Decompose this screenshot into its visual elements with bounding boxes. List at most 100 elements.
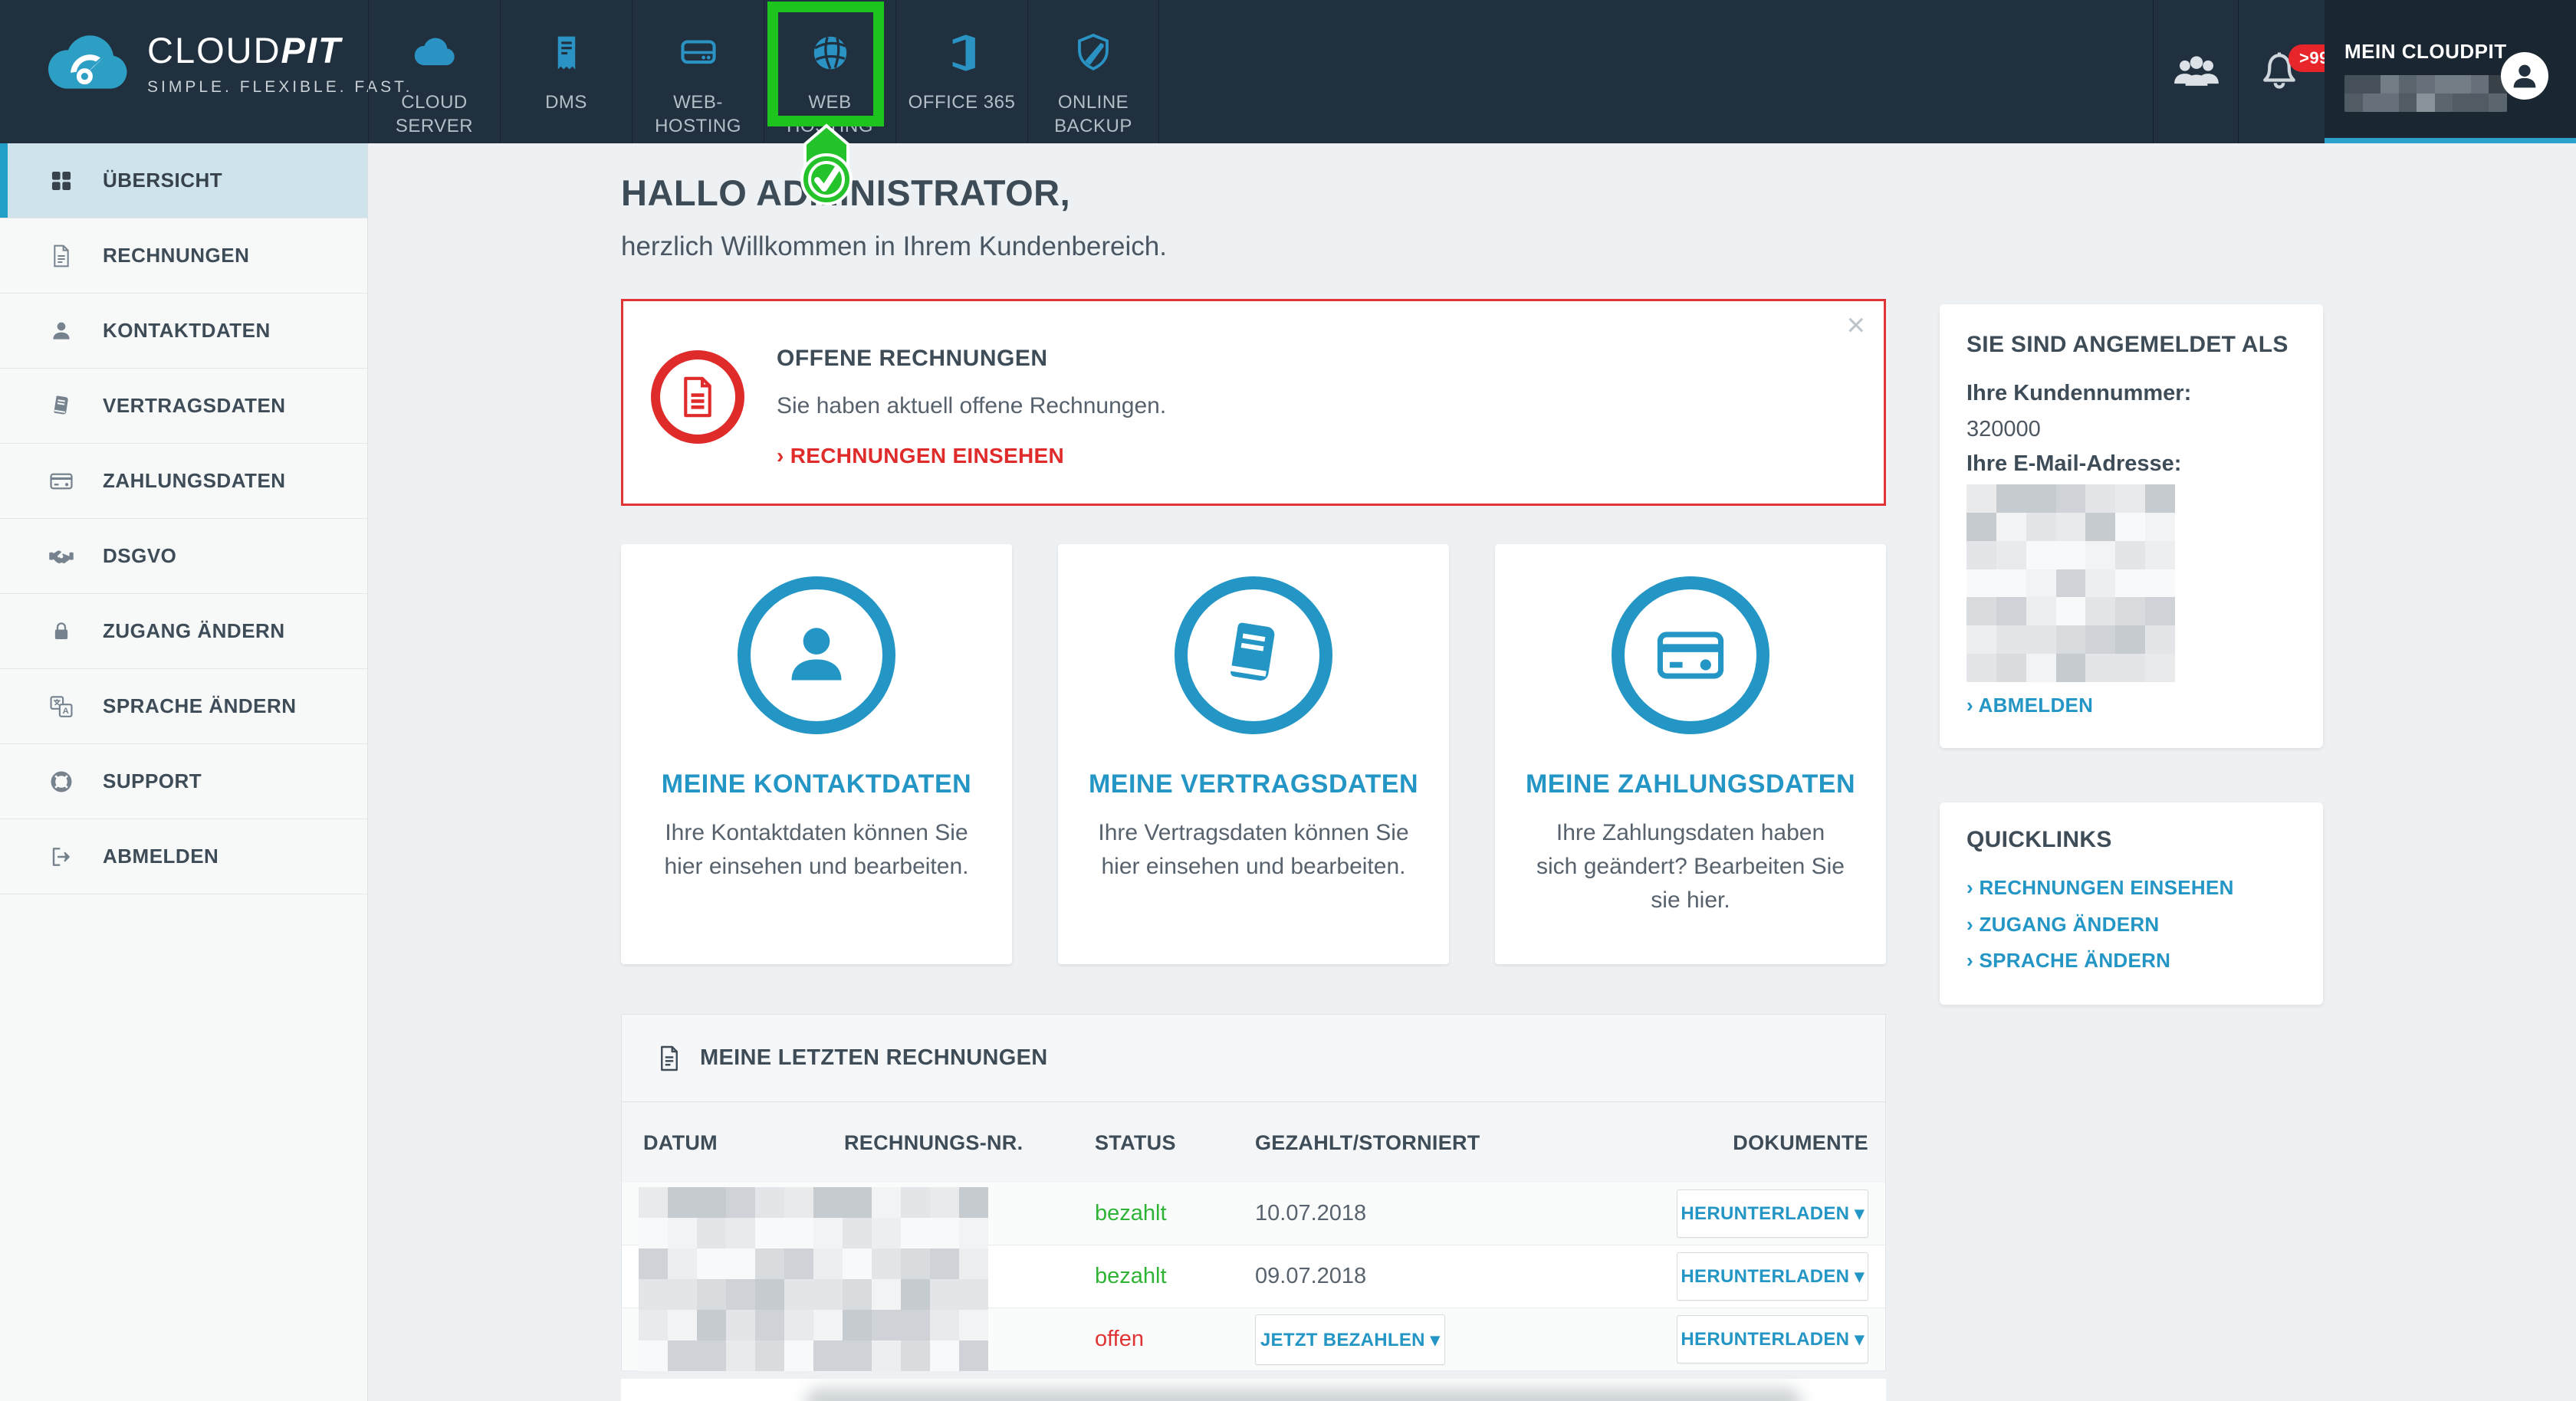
nav-item-online-backup[interactable]: ONLINE BACKUP [1027, 0, 1159, 143]
close-icon[interactable]: × [1846, 309, 1865, 341]
alert-ring [651, 350, 744, 444]
card-ring [1175, 576, 1332, 734]
sidebar-item-uebersicht[interactable]: ÜBERSICHT [0, 143, 367, 218]
brand-name: CLOUDPIT [147, 30, 342, 71]
sidebar: ÜBERSICHT RECHNUNGEN KONTAKTDATEN [0, 143, 368, 1401]
invoices-panel-header: MEINE LETZTEN RECHNUNGEN [622, 1015, 1885, 1102]
receipt-icon [546, 28, 587, 78]
card-title: MEINE KONTAKTDATEN [621, 769, 1012, 799]
email-label: Ihre E-Mail-Adresse: [1967, 451, 2181, 477]
logged-in-panel: SIE SIND ANGEMELDET ALS Ihre Kundennumme… [1940, 304, 2323, 748]
nav-item-office-365[interactable]: OFFICE 365 [895, 0, 1027, 143]
annotation-check-marker [785, 121, 868, 212]
invoices-title: MEINE LETZTEN RECHNUNGEN [700, 1045, 1048, 1071]
paid-date: 09.07.2018 [1255, 1264, 1366, 1289]
alert-title: OFFENE RECHNUNGEN [777, 346, 1048, 372]
col-gezahlt-storniert: GEZAHLT/STORNIERT [1255, 1131, 1480, 1155]
status-open: offen [1095, 1327, 1144, 1352]
card-description: Ihre Kontaktdaten können Sie hier einseh… [659, 816, 974, 884]
credit-card-icon [48, 468, 75, 494]
nav-item-dms[interactable]: DMS [500, 0, 632, 143]
col-status: STATUS [1095, 1131, 1176, 1155]
credit-card-icon [1652, 617, 1729, 694]
sidebar-item-rechnungen[interactable]: RECHNUNGEN [0, 218, 367, 294]
card-title: MEINE VERTRAGSDATEN [1058, 769, 1449, 799]
customer-number-value: 320000 [1967, 417, 2041, 442]
lock-icon [48, 620, 75, 643]
invoice-document-icon [675, 375, 720, 419]
document-icon [656, 1045, 683, 1072]
invoice-ids-redacted [639, 1187, 988, 1371]
status-paid: bezahlt [1095, 1264, 1167, 1289]
nav-item-web-hosting-1[interactable]: WEB-HOSTING [632, 0, 764, 143]
lifebuoy-icon [48, 769, 75, 795]
quicklink-sprache-aendern[interactable]: › SPRACHE ÄNDERN [1967, 949, 2170, 973]
card-zahlungsdaten[interactable]: MEINE ZAHLUNGSDATEN Ihre Zahlungsdaten h… [1495, 544, 1886, 964]
download-dropdown-button[interactable]: HERUNTERLADEN ▾ [1677, 1189, 1868, 1238]
invoice-file-icon [48, 244, 75, 268]
sidebar-item-zugang-aendern[interactable]: ZUGANG ÄNDERN [0, 594, 367, 669]
quicklink-zugang-aendern[interactable]: › ZUGANG ÄNDERN [1967, 913, 2160, 937]
person-icon [777, 615, 856, 695]
quicklinks-title: QUICKLINKS [1967, 827, 2112, 853]
cloud-icon [411, 28, 458, 78]
account-email-redacted [2344, 75, 2507, 112]
logout-icon [48, 845, 75, 869]
alert-view-invoices-link[interactable]: › RECHNUNGEN EINSEHEN [777, 444, 1064, 468]
sidebar-item-zahlungsdaten[interactable]: ZAHLUNGSDATEN [0, 444, 367, 519]
status-paid: bezahlt [1095, 1201, 1167, 1226]
product-nav: CLOUD SERVER DMS WEB-HOSTING [368, 0, 1159, 143]
logged-in-title: SIE SIND ANGEMELDET ALS [1967, 332, 2288, 358]
card-ring [738, 576, 895, 734]
office-icon [941, 28, 983, 78]
open-invoices-alert: OFFENE RECHNUNGEN Sie haben aktuell offe… [621, 299, 1886, 506]
users-button[interactable] [2164, 0, 2229, 143]
col-dokumente: DOKUMENTE [1733, 1131, 1868, 1155]
col-rechnungs-nr: RECHNUNGS-NR. [844, 1131, 1023, 1155]
brand-cloud-icon [46, 31, 130, 90]
person-icon [48, 319, 75, 343]
card-description: Ihre Vertragsdaten können Sie hier einse… [1096, 816, 1411, 884]
book-icon [1215, 617, 1292, 694]
account-label: MEIN CLOUDPIT [2344, 40, 2507, 64]
users-group-icon [2171, 47, 2222, 97]
topbar-divider [2153, 0, 2154, 143]
brand-logo[interactable]: CLOUDPIT SIMPLE. FLEXIBLE. FAST. [46, 31, 412, 97]
download-dropdown-button[interactable]: HERUNTERLADEN ▾ [1677, 1252, 1868, 1301]
recent-invoices-panel: MEINE LETZTEN RECHNUNGEN DATUM RECHNUNGS… [621, 1014, 1886, 1371]
nav-item-cloud-server[interactable]: CLOUD SERVER [368, 0, 500, 143]
annotation-highlight-box [767, 2, 884, 126]
person-icon [2507, 58, 2542, 94]
avatar[interactable] [2501, 52, 2548, 100]
next-section-panel [621, 1379, 1886, 1401]
card-ring [1612, 576, 1769, 734]
pay-now-dropdown-button[interactable]: JETZT BEZAHLEN ▾ [1255, 1314, 1445, 1365]
svg-text:A: A [63, 707, 69, 716]
sidebar-item-kontaktdaten[interactable]: KONTAKTDATEN [0, 294, 367, 369]
card-vertragsdaten[interactable]: MEINE VERTRAGSDATEN Ihre Vertragsdaten k… [1058, 544, 1449, 964]
invoices-column-header-row: DATUM RECHNUNGS-NR. STATUS GEZAHLT/STORN… [622, 1102, 1885, 1183]
topbar-divider [2238, 0, 2239, 143]
top-navigation-bar: CLOUDPIT SIMPLE. FLEXIBLE. FAST. CLOUD S… [0, 0, 2576, 143]
sidebar-item-dsgvo[interactable]: DSGVO [0, 519, 367, 594]
grid-icon [48, 168, 75, 194]
paid-date: 10.07.2018 [1255, 1201, 1366, 1226]
greeting-subtitle: herzlich Willkommen in Ihrem Kundenberei… [621, 231, 1167, 262]
quicklink-rechnungen-einsehen[interactable]: › RECHNUNGEN EINSEHEN [1967, 876, 2234, 900]
card-title: MEINE ZAHLUNGSDATEN [1495, 769, 1886, 799]
alert-message: Sie haben aktuell offene Rechnungen. [777, 393, 1166, 419]
card-kontaktdaten[interactable]: MEINE KONTAKTDATEN Ihre Kontaktdaten kön… [621, 544, 1012, 964]
customer-number-label: Ihre Kundennummer: [1967, 381, 2191, 406]
card-description: Ihre Zahlungsdaten haben sich geändert? … [1533, 816, 1848, 917]
email-redacted [1967, 484, 2175, 682]
col-datum: DATUM [643, 1131, 718, 1155]
shield-icon [1073, 28, 1114, 78]
sidebar-item-vertragsdaten[interactable]: VERTRAGSDATEN [0, 369, 367, 444]
sidebar-item-support[interactable]: SUPPORT [0, 744, 367, 819]
quicklinks-panel: QUICKLINKS › RECHNUNGEN EINSEHEN › ZUGAN… [1940, 802, 2323, 1005]
download-dropdown-button[interactable]: HERUNTERLADEN ▾ [1677, 1315, 1868, 1363]
logout-link[interactable]: › ABMELDEN [1967, 694, 2093, 717]
sidebar-item-sprache-aendern[interactable]: A SPRACHE ÄNDERN [0, 669, 367, 744]
sidebar-item-abmelden[interactable]: ABMELDEN [0, 819, 367, 894]
server-icon [676, 28, 721, 78]
